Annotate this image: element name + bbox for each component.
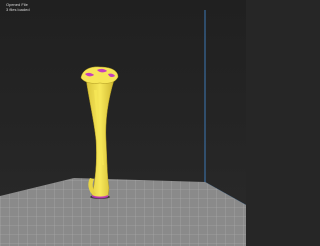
build-volume bbox=[204, 10, 246, 206]
3d-viewport[interactable]: Opened File 3 files loaded bbox=[0, 0, 246, 246]
scene-canvas[interactable] bbox=[0, 0, 246, 246]
build-plate bbox=[0, 178, 246, 246]
